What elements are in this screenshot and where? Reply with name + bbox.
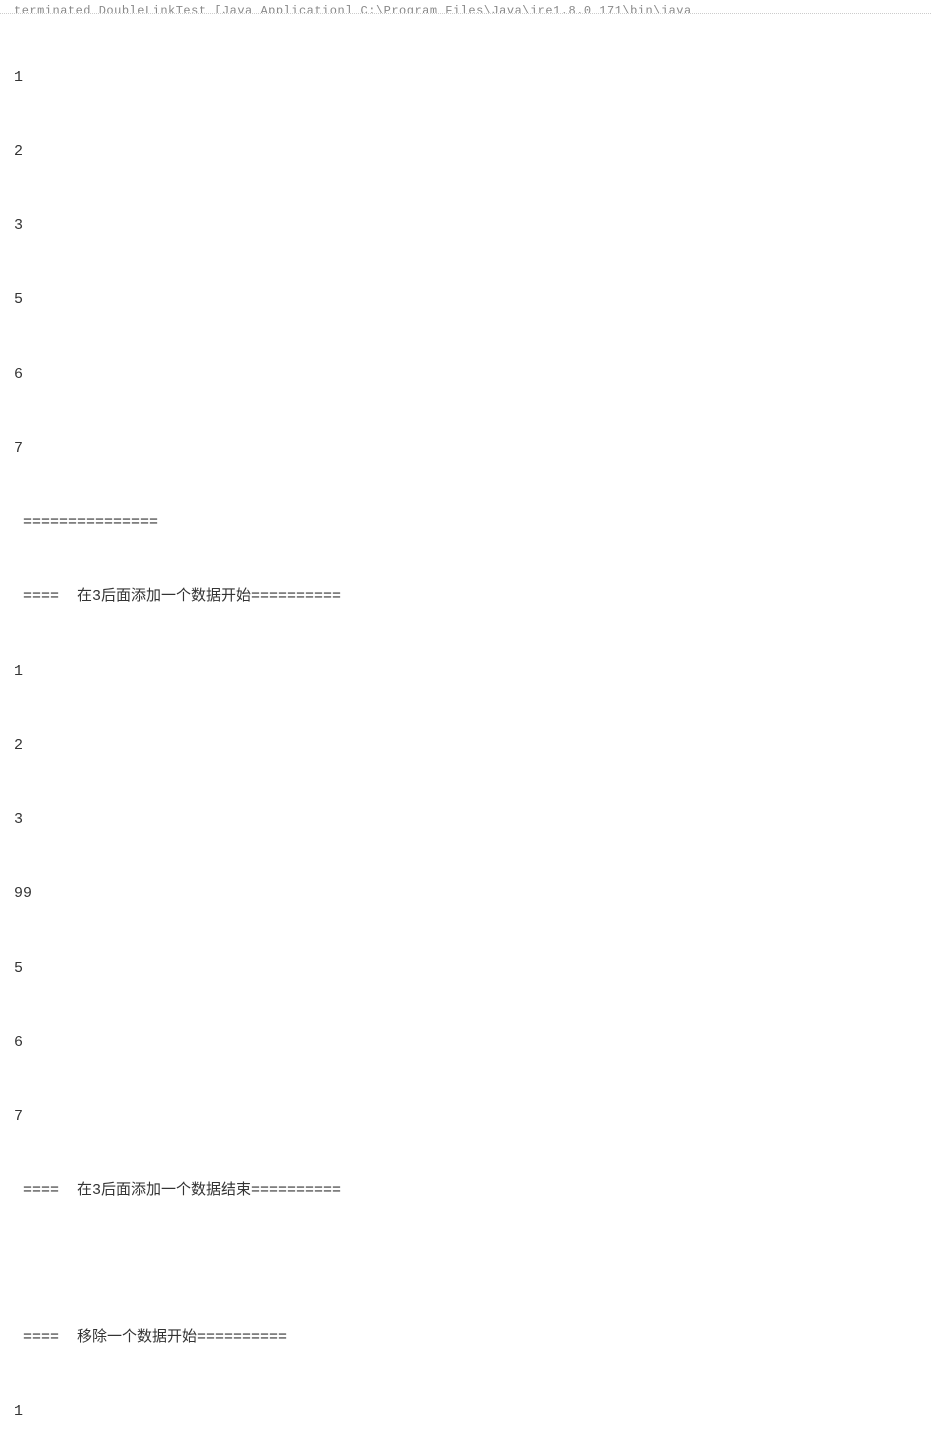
- output-line: 2: [14, 734, 927, 759]
- output-line: ==== 在3后面添加一个数据结束==========: [14, 1179, 927, 1204]
- output-line: [14, 1254, 927, 1277]
- output-line: 7: [14, 437, 927, 462]
- output-line: 1: [14, 660, 927, 685]
- console-panel: terminated DoubleLinkTest [Java Applicat…: [0, 0, 931, 721]
- output-line: 99: [14, 882, 927, 907]
- output-line: ==== 在3后面添加一个数据开始==========: [14, 585, 927, 610]
- output-line: 3: [14, 808, 927, 833]
- output-line: 1: [14, 66, 927, 91]
- output-line: ===============: [14, 511, 927, 536]
- output-line: 7: [14, 1105, 927, 1130]
- output-line: 5: [14, 957, 927, 982]
- output-line: 6: [14, 363, 927, 388]
- console-header: terminated DoubleLinkTest [Java Applicat…: [0, 0, 931, 14]
- output-line: 6: [14, 1031, 927, 1056]
- output-line: 1: [14, 1400, 927, 1425]
- output-line: 3: [14, 214, 927, 239]
- console-output[interactable]: 1 2 3 5 6 7 =============== ==== 在3后面添加一…: [0, 14, 931, 1442]
- output-line: ==== 移除一个数据开始==========: [14, 1326, 927, 1351]
- console-header-text: terminated DoubleLinkTest [Java Applicat…: [14, 4, 692, 14]
- output-line: 5: [14, 288, 927, 313]
- output-line: 2: [14, 140, 927, 165]
